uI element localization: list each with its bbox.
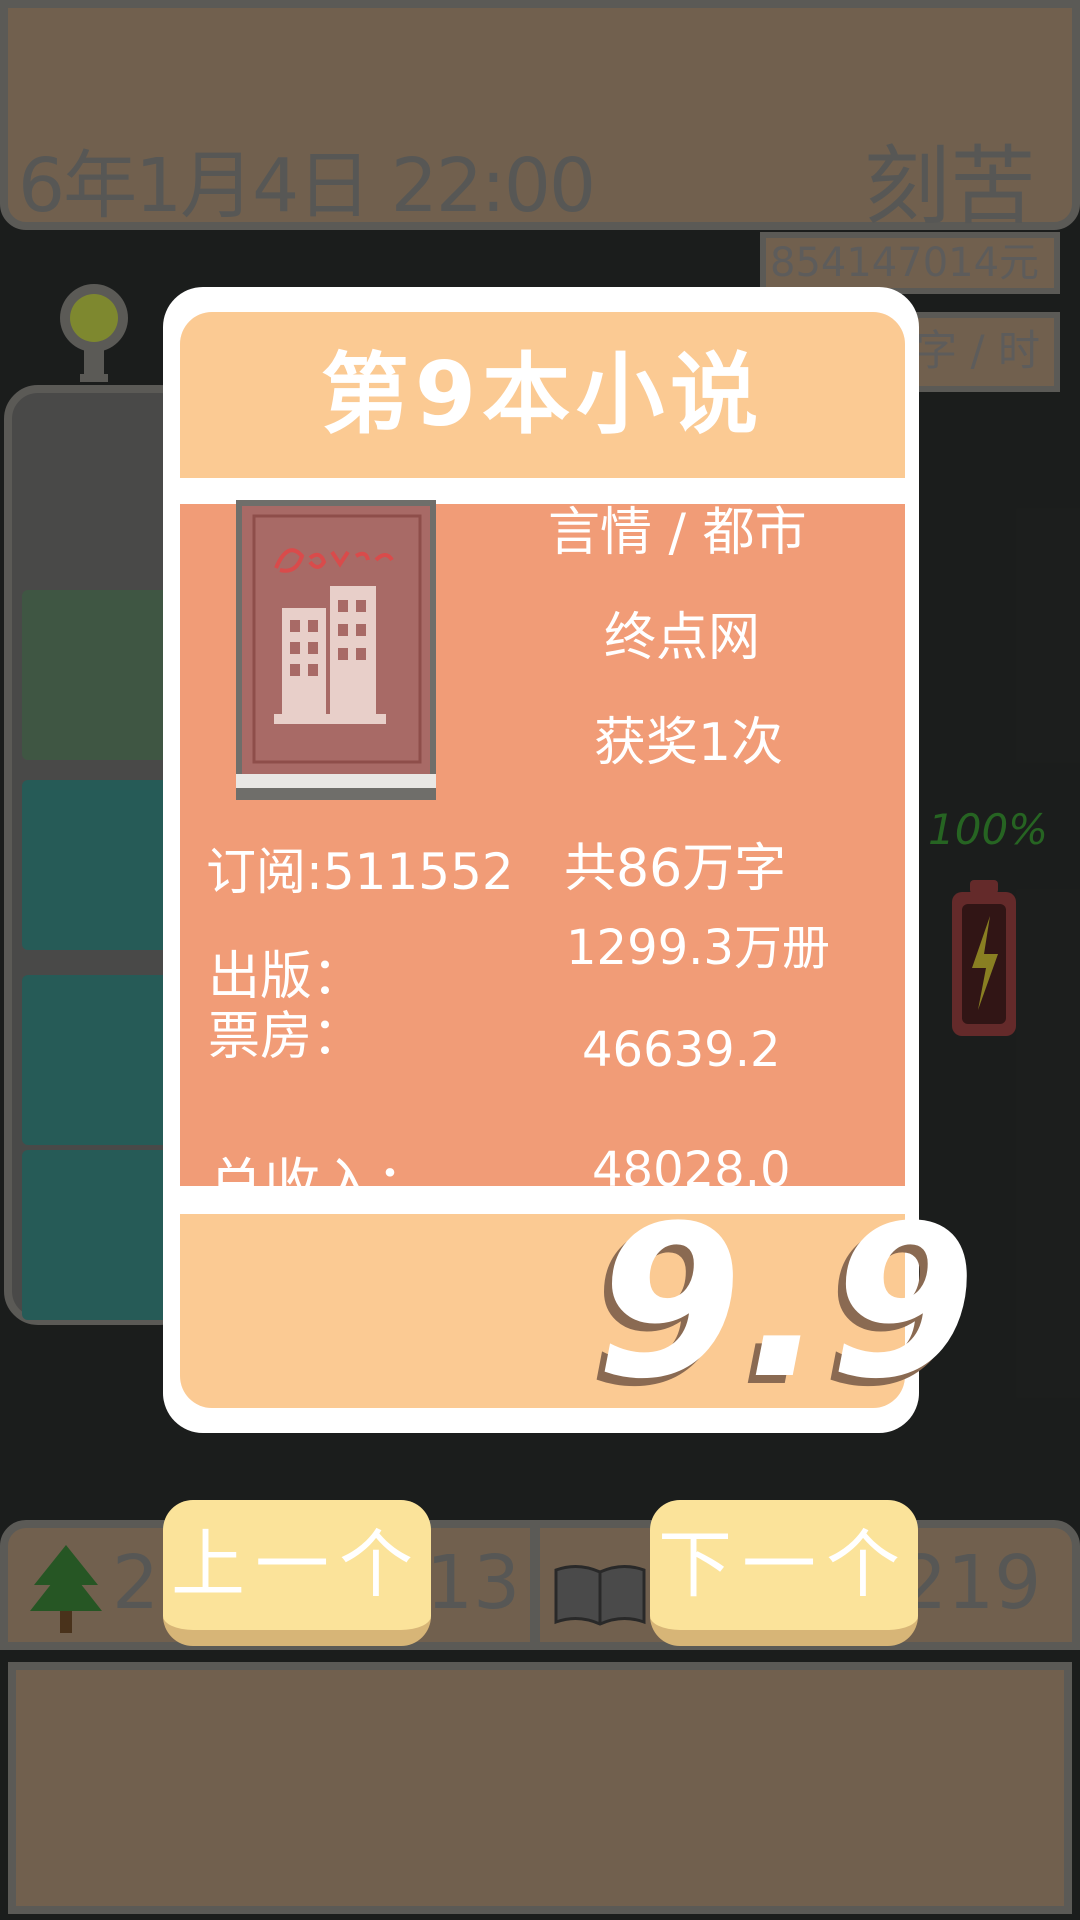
book-cover-icon (236, 500, 436, 800)
novel-score: 9.9 (596, 1180, 981, 1425)
novel-subscriptions: 订阅:511552 (206, 843, 514, 901)
next-button[interactable]: 下一个 (650, 1500, 918, 1646)
novel-word-count: 共86万字 (564, 839, 787, 899)
novel-genre: 言情 / 都市 (548, 503, 807, 563)
previous-button[interactable]: 上一个 (163, 1500, 431, 1646)
novel-title: 第9本小说 (320, 343, 765, 446)
publishing-value: 1299.3万册 (566, 920, 830, 976)
box-office-value: 46639.2 (582, 1022, 781, 1078)
box-office-label: 票房： (208, 1007, 365, 1067)
novel-awards: 获奖1次 (594, 713, 784, 773)
novel-platform: 终点网 (604, 608, 761, 668)
